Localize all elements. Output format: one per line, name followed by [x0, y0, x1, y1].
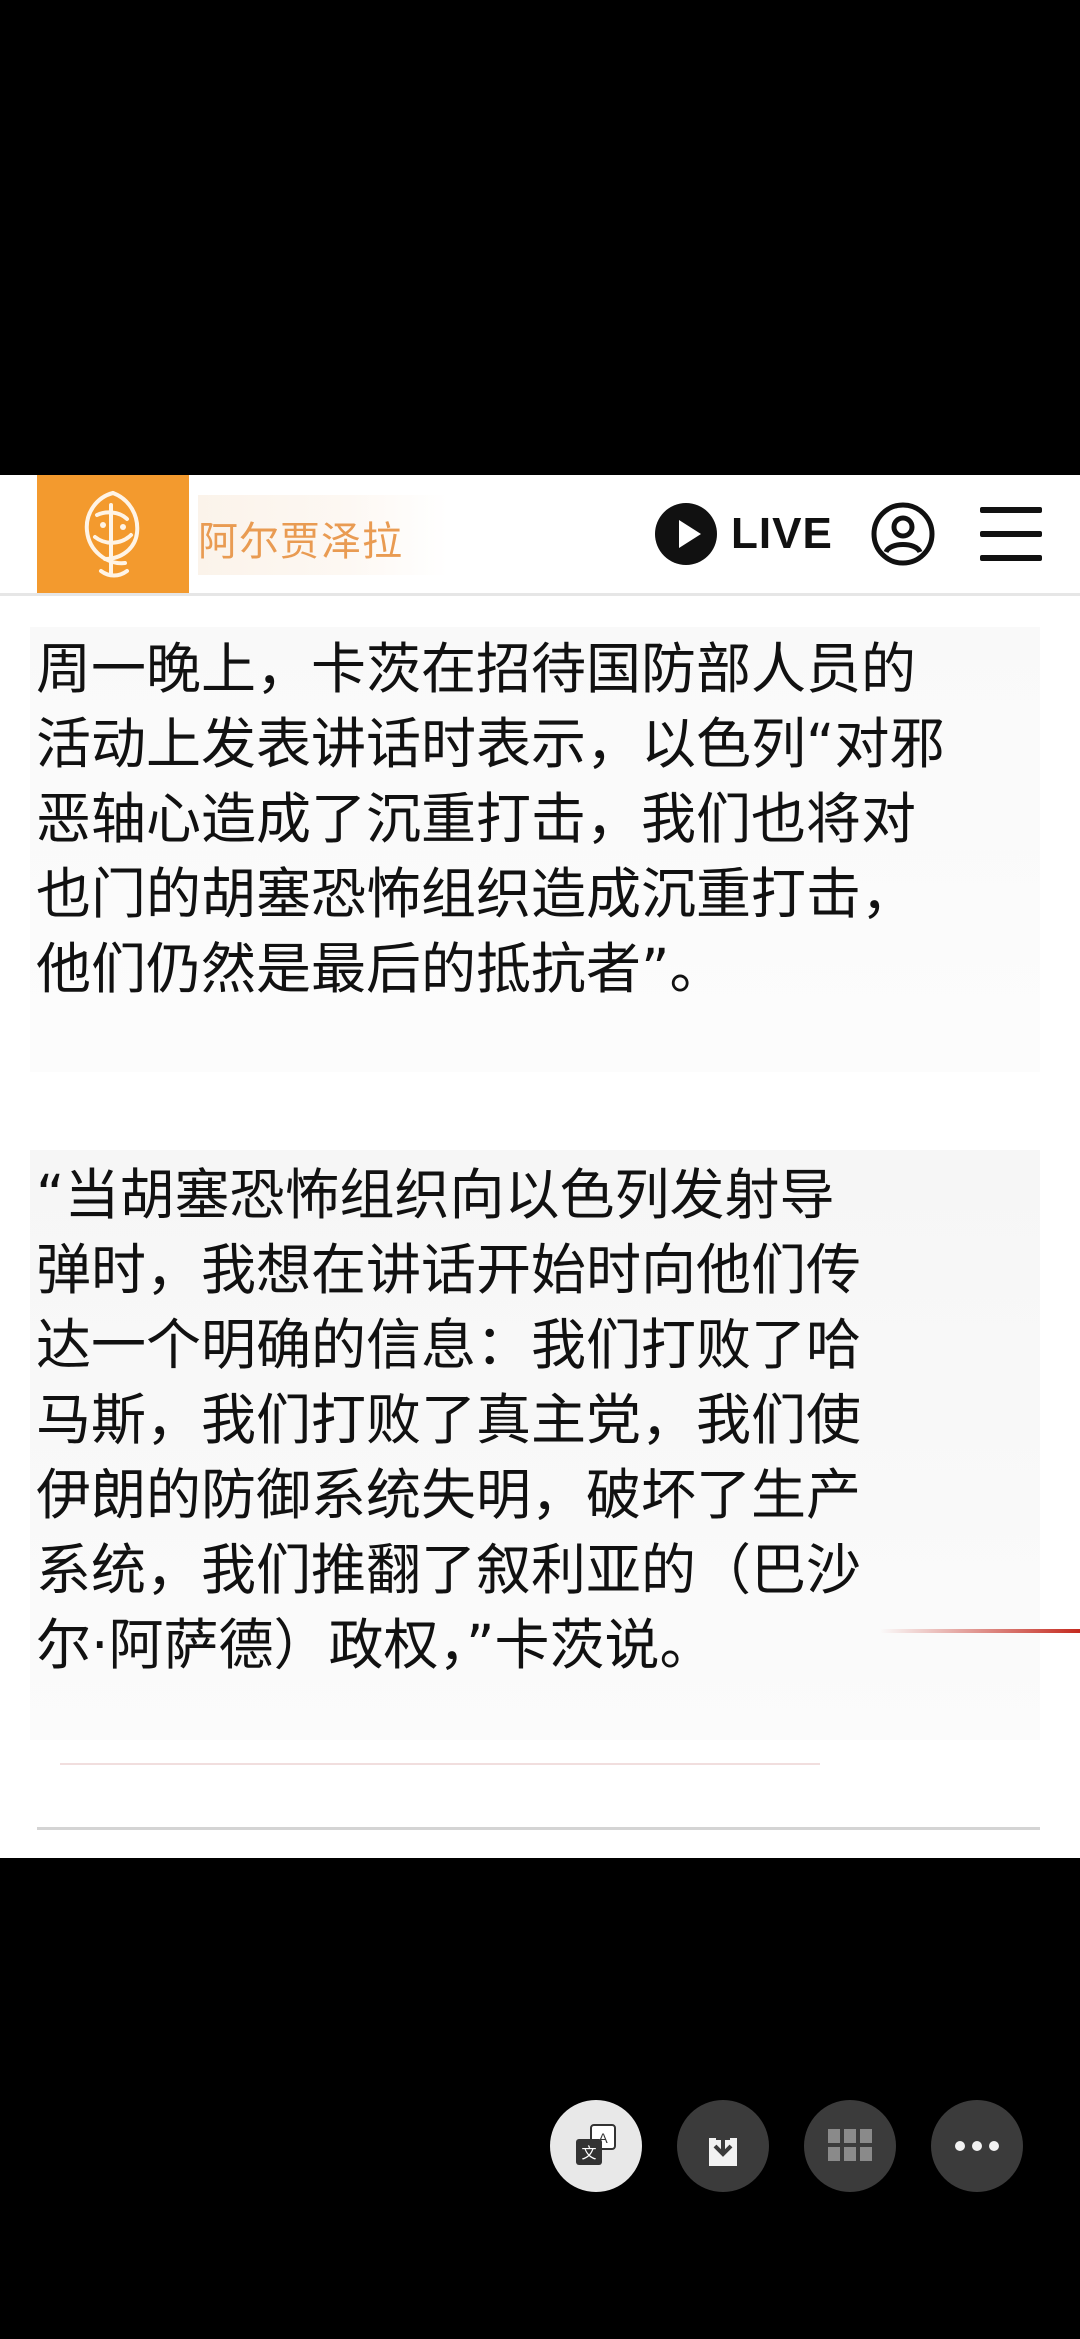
section-divider	[37, 1827, 1040, 1830]
brand-name: 阿尔贾泽拉	[198, 519, 403, 565]
svg-text:文: 文	[581, 2144, 596, 2162]
article-paragraph-1: 周一晚上，卡茨在招待国防部人员的 活动上发表讲话时表示，以色列“对邪 恶轴心造成…	[30, 627, 1040, 1072]
screen: 阿尔贾泽拉 LIVE 周一晚上，卡茨在招待国防部人员的 活动上发表讲话时表示，以…	[0, 0, 1080, 2339]
download-button[interactable]	[677, 2100, 769, 2192]
red-accent-line	[880, 1629, 1080, 1633]
hamburger-menu-icon[interactable]	[978, 505, 1044, 563]
more-button[interactable]	[931, 2100, 1023, 2192]
apps-button[interactable]	[804, 2100, 896, 2192]
user-circle-icon[interactable]	[870, 501, 936, 567]
site-header: 阿尔贾泽拉 LIVE	[0, 475, 1080, 596]
faint-rule	[60, 1763, 820, 1765]
live-button[interactable]: LIVE	[655, 495, 833, 573]
article-paragraph-2: “当胡塞恐怖组织向以色列发射导 弹时，我想在讲话开始时向他们传 达一个明确的信息…	[30, 1150, 1040, 1740]
download-icon	[709, 2130, 737, 2166]
translate-icon: A 文	[576, 2124, 616, 2165]
brand-name-block: 阿尔贾泽拉	[198, 495, 448, 575]
al-jazeera-logo-icon[interactable]	[37, 475, 189, 593]
grid-icon	[828, 2129, 872, 2161]
play-circle-icon	[655, 503, 717, 565]
live-label: LIVE	[731, 509, 833, 558]
logo-calligraphy-icon	[84, 491, 140, 578]
article-card: 阿尔贾泽拉 LIVE 周一晚上，卡茨在招待国防部人员的 活动上发表讲话时表示，以…	[0, 475, 1080, 1858]
translate-button[interactable]: A 文	[550, 2100, 642, 2192]
more-dots-icon	[955, 2141, 999, 2151]
